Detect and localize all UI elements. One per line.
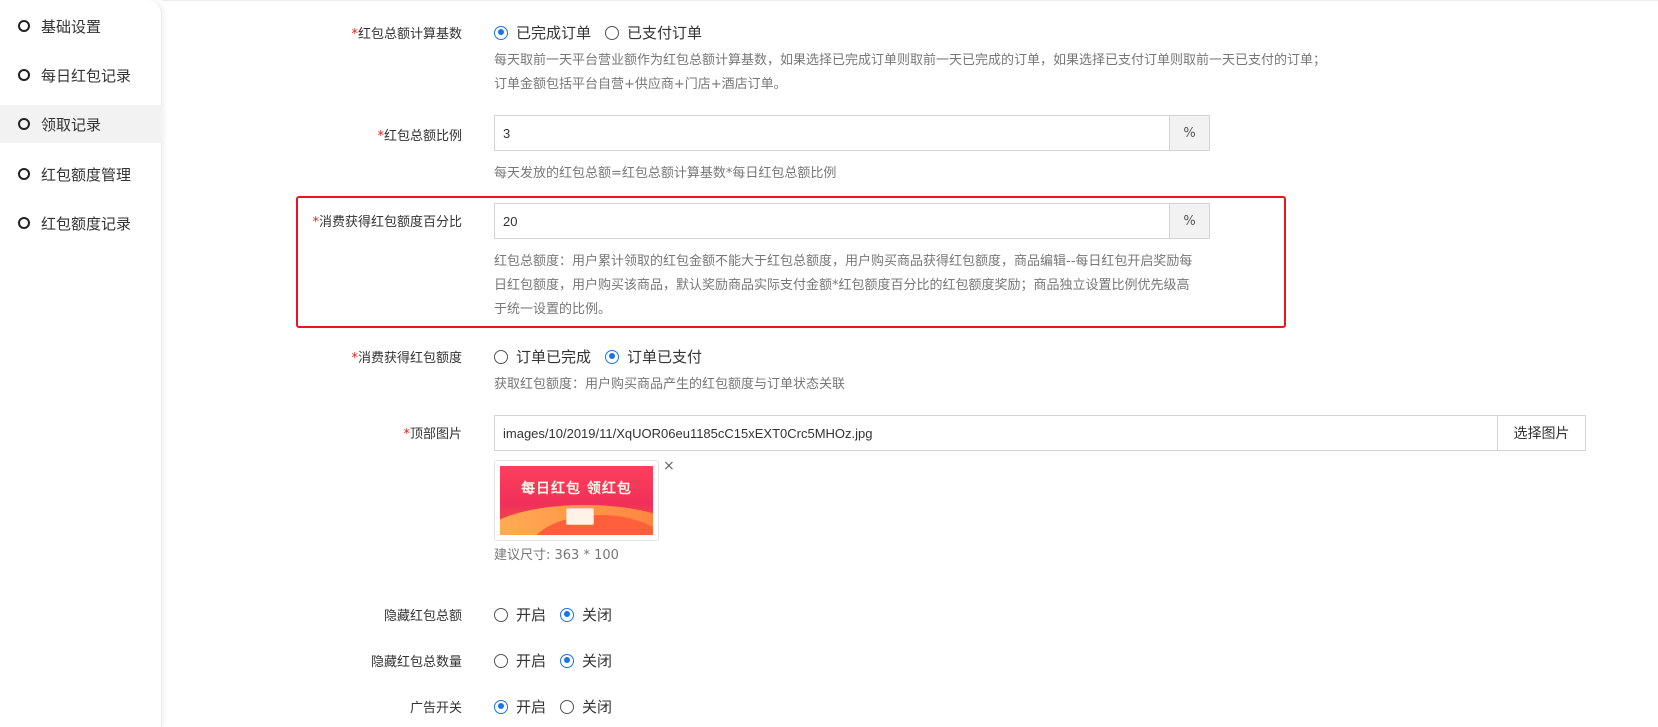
- radio-checked-icon: [605, 349, 620, 364]
- remove-image-close-icon[interactable]: ×: [663, 458, 675, 474]
- total-ratio-input-group: 3 %: [494, 115, 1210, 151]
- percent-addon: %: [1169, 115, 1210, 151]
- total-ratio-help: 每天发放的红包总额=红包总额计算基数*每日红包总额比例: [494, 166, 837, 181]
- hide-count-label: 隐藏红包总数量: [370, 655, 462, 670]
- radio-unchecked-icon: [605, 25, 620, 40]
- top-image-path-input[interactable]: images/10/2019/11/XqUOR06eu1185cC15xEXT0…: [494, 415, 1497, 451]
- top-image-size-hint: 建议尺寸: 363 * 100: [494, 548, 619, 563]
- ad-switch-radio-group: 开启 关闭: [494, 696, 626, 717]
- top-divider: [162, 0, 1658, 1]
- consume-percent-input[interactable]: 20: [494, 203, 1169, 239]
- radio-hide-count-on[interactable]: 开启: [494, 650, 546, 671]
- top-image-thumbnail: 每日红包 领红包: [494, 460, 659, 541]
- radio-completed-orders[interactable]: 已完成订单: [494, 22, 591, 43]
- consume-percent-input-group: 20 %: [494, 203, 1210, 239]
- radio-hide-count-off[interactable]: 关闭: [560, 650, 612, 671]
- radio-unchecked-icon: [494, 653, 508, 668]
- sidebar-item-label: 红包额度记录: [41, 214, 132, 233]
- radio-unchecked-icon: [560, 699, 575, 714]
- radio-ad-on[interactable]: 开启: [494, 696, 546, 717]
- total-ratio-input[interactable]: 3: [494, 115, 1169, 151]
- top-image-input-group: images/10/2019/11/XqUOR06eu1185cC15xEXT0…: [494, 415, 1586, 451]
- hide-count-radio-group: 开启 关闭: [494, 650, 626, 671]
- sidebar-item-label: 红包额度管理: [41, 165, 132, 184]
- percent-addon: %: [1169, 203, 1210, 239]
- calc-base-help: 每天取前一天平台营业额作为红包总额计算基数，如果选择已完成订单则取前一天已完成的…: [494, 53, 1327, 92]
- banner-card: [566, 508, 594, 525]
- radio-unchecked-icon: [494, 607, 508, 622]
- total-ratio-label: *红包总额比例: [377, 129, 462, 144]
- banner-title: 每日红包 领红包: [521, 481, 632, 497]
- top-image-label: *顶部图片: [403, 427, 462, 442]
- radio-checked-icon: [560, 653, 575, 668]
- sidebar-item-basic-settings[interactable]: 基础设置: [0, 7, 162, 45]
- consume-quota-radio-group: 订单已完成 订单已支付: [494, 346, 716, 367]
- sidebar-item-daily-records[interactable]: 每日红包记录: [0, 56, 162, 94]
- hide-total-label: 隐藏红包总额: [383, 609, 462, 624]
- sidebar-item-label: 基础设置: [41, 17, 102, 36]
- radio-hide-total-off[interactable]: 关闭: [560, 604, 612, 625]
- consume-quota-label: *消费获得红包额度: [351, 351, 462, 366]
- select-image-button[interactable]: 选择图片: [1497, 415, 1586, 451]
- sidebar-item-quota-records[interactable]: 红包额度记录: [0, 204, 162, 242]
- circle-icon: [18, 118, 30, 130]
- circle-icon: [18, 20, 30, 32]
- radio-checked-icon: [560, 607, 575, 622]
- radio-paid-orders[interactable]: 已支付订单: [605, 22, 702, 43]
- consume-percent-help: 红包总额度：用户累计领取的红包金额不能大于红包总额度，用户购买商品获得红包额度，…: [494, 254, 1193, 317]
- sidebar: 基础设置 每日红包记录 领取记录 红包额度管理 红包额度记录: [0, 0, 162, 727]
- calc-base-label: *红包总额计算基数: [351, 27, 462, 42]
- hide-total-radio-group: 开启 关闭: [494, 604, 626, 625]
- radio-checked-icon: [494, 699, 508, 714]
- radio-order-completed[interactable]: 订单已完成: [494, 346, 591, 367]
- banner-image: 每日红包 领红包: [500, 466, 653, 535]
- sidebar-item-quota-management[interactable]: 红包额度管理: [0, 155, 162, 193]
- circle-icon: [18, 217, 30, 229]
- radio-checked-icon: [494, 25, 508, 40]
- radio-order-paid[interactable]: 订单已支付: [605, 346, 702, 367]
- consume-quota-help: 获取红包额度：用户购买商品产生的红包额度与订单状态关联: [494, 377, 846, 392]
- circle-icon: [18, 168, 30, 180]
- calc-base-radio-group: 已完成订单 已支付订单: [494, 22, 716, 43]
- sidebar-item-claim-records[interactable]: 领取记录: [0, 105, 162, 143]
- radio-ad-off[interactable]: 关闭: [560, 696, 612, 717]
- consume-percent-label: *消费获得红包额度百分比: [312, 215, 462, 230]
- radio-unchecked-icon: [494, 349, 508, 364]
- sidebar-item-label: 每日红包记录: [41, 66, 132, 85]
- ad-switch-label: 广告开关: [409, 701, 462, 716]
- sidebar-item-label: 领取记录: [41, 115, 102, 134]
- circle-icon: [18, 69, 30, 81]
- radio-hide-total-on[interactable]: 开启: [494, 604, 546, 625]
